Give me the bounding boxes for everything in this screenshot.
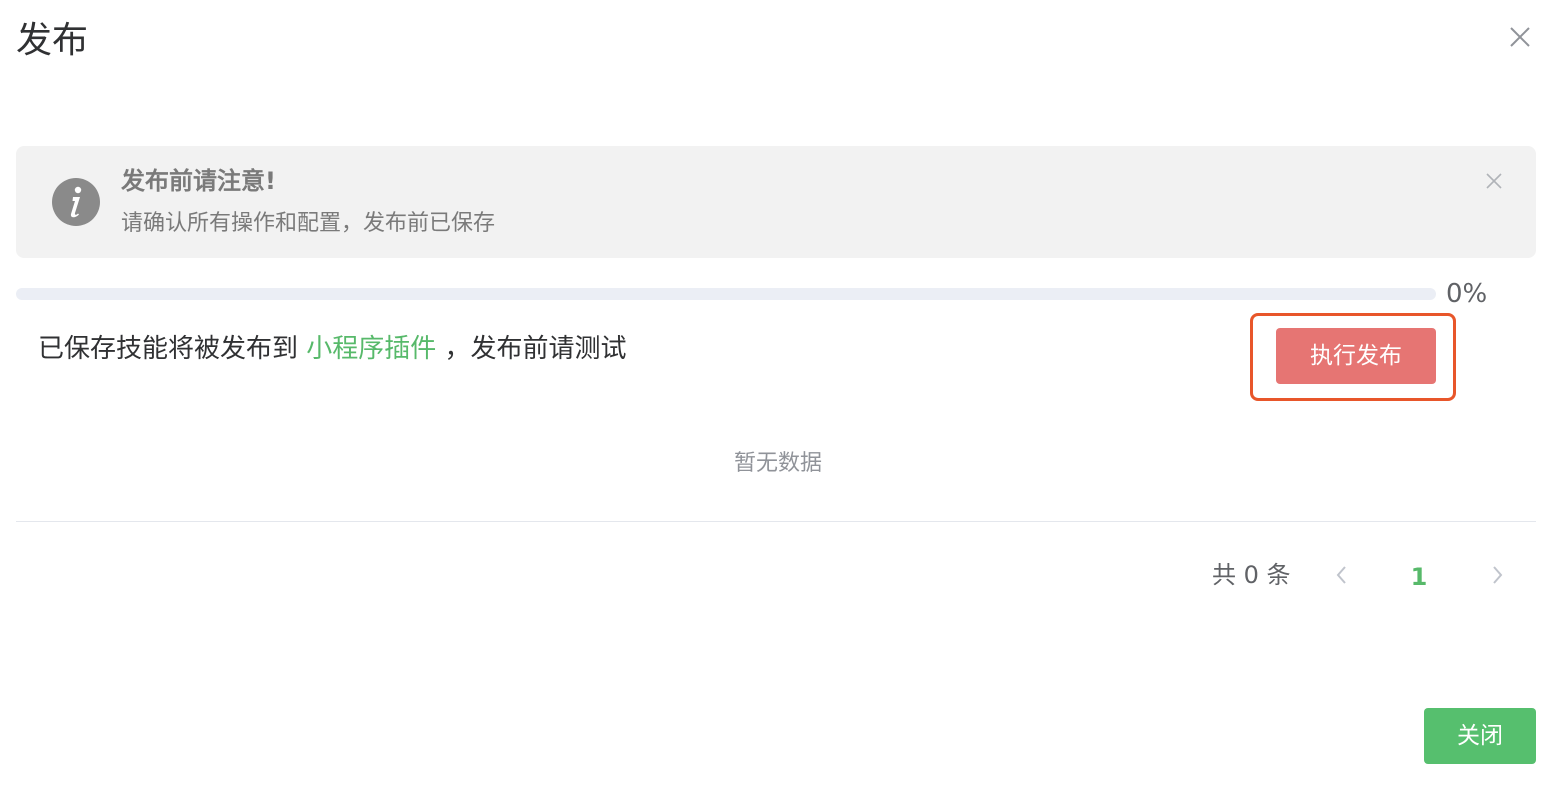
execute-publish-button[interactable]: 执行发布 [1276, 328, 1436, 384]
notice-alert: 发布前请注意! 请确认所有操作和配置，发布前已保存 [16, 146, 1536, 258]
dialog-title: 发布 [16, 20, 89, 61]
info-suffix: ，发布前请测试 [436, 334, 627, 364]
progress-bar [16, 288, 1436, 300]
chevron-right-icon[interactable] [1485, 562, 1509, 588]
dialog-close-icon[interactable] [1505, 22, 1535, 52]
publish-info-text: 已保存技能将被发布到 小程序插件 ，发布前请测试 [38, 330, 627, 368]
chevron-left-icon[interactable] [1330, 562, 1354, 588]
publish-target-link[interactable]: 小程序插件 [306, 334, 436, 364]
alert-close-icon[interactable] [1484, 171, 1504, 191]
close-button[interactable]: 关闭 [1424, 708, 1536, 764]
progress-percent: 0% [1446, 279, 1488, 309]
info-prefix: 已保存技能将被发布到 [38, 334, 307, 364]
pagination-total: 共 0 条 [1212, 561, 1291, 589]
alert-title: 发布前请注意! [121, 167, 276, 195]
pagination-page-current[interactable]: 1 [1400, 560, 1438, 594]
info-icon [51, 177, 101, 227]
alert-description: 请确认所有操作和配置，发布前已保存 [121, 211, 496, 236]
empty-data-text: 暂无数据 [733, 451, 822, 476]
publish-dialog: 发布 发布前请注意! 请确认所有操作和配置，发布前已保存 0% 已保存技能将被发… [0, 0, 1556, 786]
divider [16, 521, 1536, 522]
